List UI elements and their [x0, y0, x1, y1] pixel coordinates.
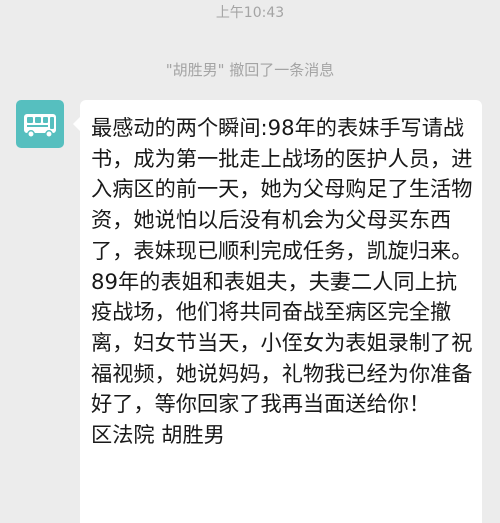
recall-notice: "胡胜男" 撤回了一条消息 — [165, 61, 335, 79]
message-bubble[interactable]: 最感动的两个瞬间:98年的表妹手写请战书，成为第一批走上战场的医护人员，进入病区… — [73, 100, 482, 523]
sender-avatar[interactable] — [16, 100, 64, 148]
message-text: 最感动的两个瞬间:98年的表妹手写请战书，成为第一批走上战场的医护人员，进入病区… — [91, 115, 473, 448]
bus-icon — [24, 114, 56, 138]
message-timestamp: 上午10:43 — [215, 5, 285, 21]
